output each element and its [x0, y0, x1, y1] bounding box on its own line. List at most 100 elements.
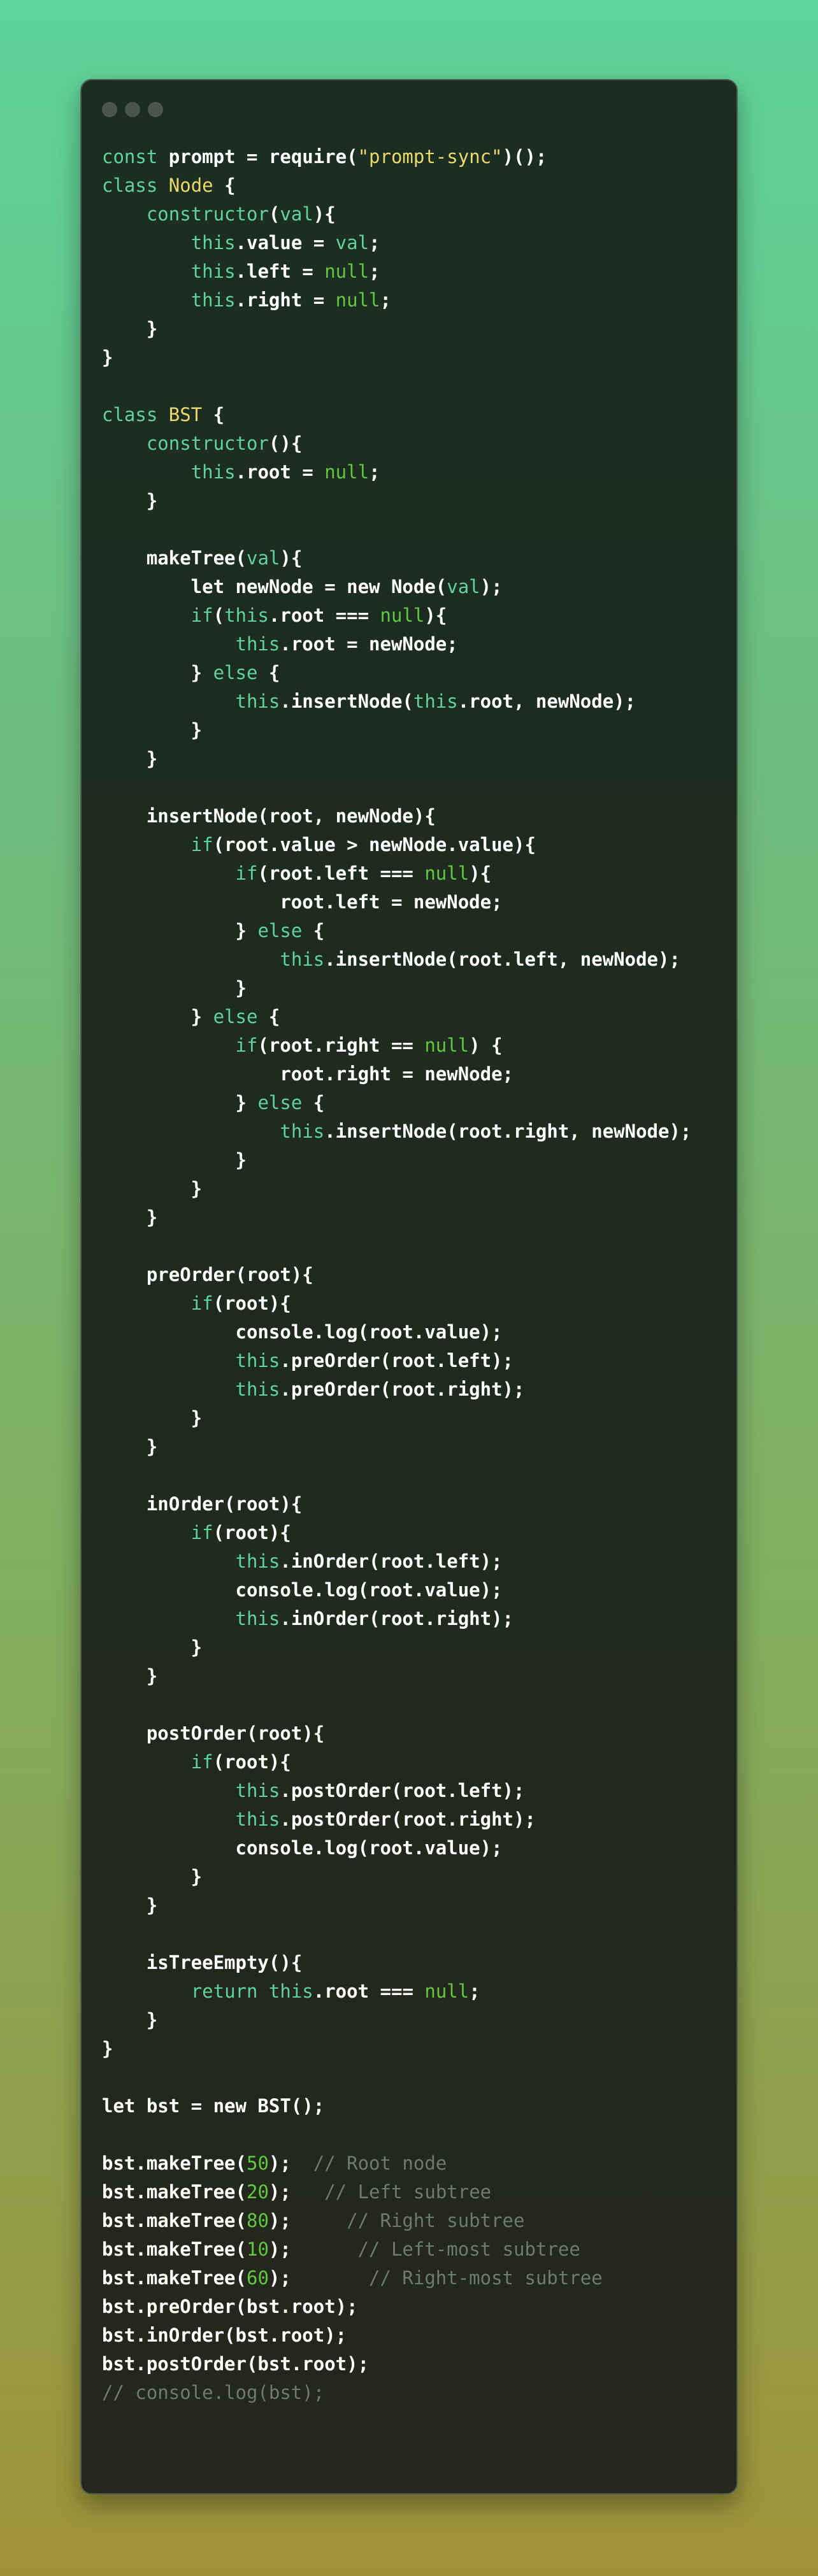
code-token: root.left = newNode;: [102, 891, 503, 913]
code-token: this: [190, 461, 236, 483]
code-line: this.insertNode(root.left, newNode);: [102, 945, 691, 974]
code-line: if(root.left === null){: [102, 859, 691, 888]
code-token: );: [268, 2267, 370, 2289]
code-token: const: [102, 146, 158, 168]
code-token: ) {: [469, 1034, 503, 1056]
code-line: bst.postOrder(bst.root);: [102, 2350, 691, 2379]
code-token: }: [102, 490, 158, 512]
code-line: }: [102, 2035, 691, 2063]
code-line: constructor(){: [102, 429, 691, 458]
code-token: if: [235, 1034, 258, 1056]
code-token: .value =: [235, 232, 336, 254]
code-token: ;: [369, 461, 380, 483]
code-token: else: [257, 920, 303, 941]
code-token: return: [190, 1980, 258, 2002]
code-line: } else {: [102, 917, 691, 945]
code-token: }: [102, 1407, 203, 1429]
close-dot-icon[interactable]: [102, 102, 117, 117]
code-line: this.left = null;: [102, 257, 691, 286]
code-token: .inOrder(root.left);: [280, 1550, 503, 1572]
code-token: isTreeEmpty(){: [102, 1952, 303, 1973]
code-token: 80: [246, 2210, 269, 2231]
code-line: bst.makeTree(10); // Left-most subtree: [102, 2235, 691, 2264]
code-token: {: [257, 1006, 280, 1027]
code-token: .postOrder(root.left);: [280, 1780, 525, 1801]
code-token: (root){: [213, 1522, 291, 1543]
code-token: console.log(root.value);: [102, 1837, 503, 1859]
code-token: this: [235, 1780, 280, 1801]
code-token: );: [480, 576, 503, 597]
code-token: this: [268, 1980, 313, 2002]
code-line: if(this.root === null){: [102, 601, 691, 630]
code-line: }: [102, 315, 691, 343]
code-token: }: [102, 1866, 203, 1887]
code-token: this: [235, 691, 280, 712]
code-token: "prompt-sync": [357, 146, 503, 168]
code-token: Node: [168, 175, 213, 196]
code-token: .left =: [235, 261, 325, 282]
maximize-dot-icon[interactable]: [148, 102, 163, 117]
code-token: console.log(root.value);: [102, 1321, 503, 1343]
code-line: // console.log(bst);: [102, 2379, 691, 2407]
code-line: }: [102, 1203, 691, 1232]
code-token: {: [302, 920, 325, 941]
code-token: )();: [502, 146, 547, 168]
code-line: class BST {: [102, 401, 691, 429]
code-token: );: [268, 2152, 313, 2174]
code-token: .inOrder(root.right);: [280, 1608, 514, 1629]
code-token: makeTree(: [102, 547, 247, 569]
code-token: .root ===: [313, 1980, 425, 2002]
code-token: // Left-most subtree: [357, 2238, 580, 2260]
code-token: prompt = require(: [157, 146, 358, 168]
code-token: preOrder(root){: [102, 1264, 313, 1285]
code-token: }: [102, 1894, 158, 1916]
code-line: }: [102, 1863, 691, 1891]
code-token: bst.inOrder(bst.root);: [102, 2324, 347, 2346]
code-token: ){: [280, 547, 303, 569]
code-token: );: [268, 2181, 325, 2203]
code-token: root.right = newNode;: [102, 1063, 514, 1085]
code-token: (root){: [213, 1751, 291, 1773]
code-token: val: [335, 232, 370, 254]
code-block[interactable]: const prompt = require("prompt-sync")();…: [102, 143, 691, 2407]
code-token: 10: [246, 2238, 269, 2260]
code-token: }: [102, 1636, 203, 1658]
code-line: class Node {: [102, 171, 691, 200]
code-token: ;: [369, 232, 380, 254]
code-token: bst.makeTree(: [102, 2238, 247, 2260]
code-token: this: [280, 948, 325, 970]
code-token: else: [213, 662, 258, 683]
code-token: }: [102, 347, 113, 368]
code-token: }: [102, 920, 258, 941]
code-line: const prompt = require("prompt-sync")();: [102, 143, 691, 171]
code-line: if(root){: [102, 1748, 691, 1777]
code-token: this: [235, 1350, 280, 1371]
code-token: ;: [380, 289, 391, 311]
code-token: }: [102, 748, 158, 769]
code-token: null: [380, 605, 425, 626]
code-token: .root =: [235, 461, 325, 483]
code-token: constructor: [146, 433, 269, 454]
code-line: this.right = null;: [102, 286, 691, 315]
code-token: this: [190, 232, 236, 254]
code-line: } else {: [102, 1089, 691, 1117]
minimize-dot-icon[interactable]: [125, 102, 140, 117]
code-token: {: [257, 662, 280, 683]
code-token: null: [424, 1980, 470, 2002]
code-token: postOrder(root){: [102, 1722, 325, 1744]
code-line: console.log(root.value);: [102, 1318, 691, 1347]
